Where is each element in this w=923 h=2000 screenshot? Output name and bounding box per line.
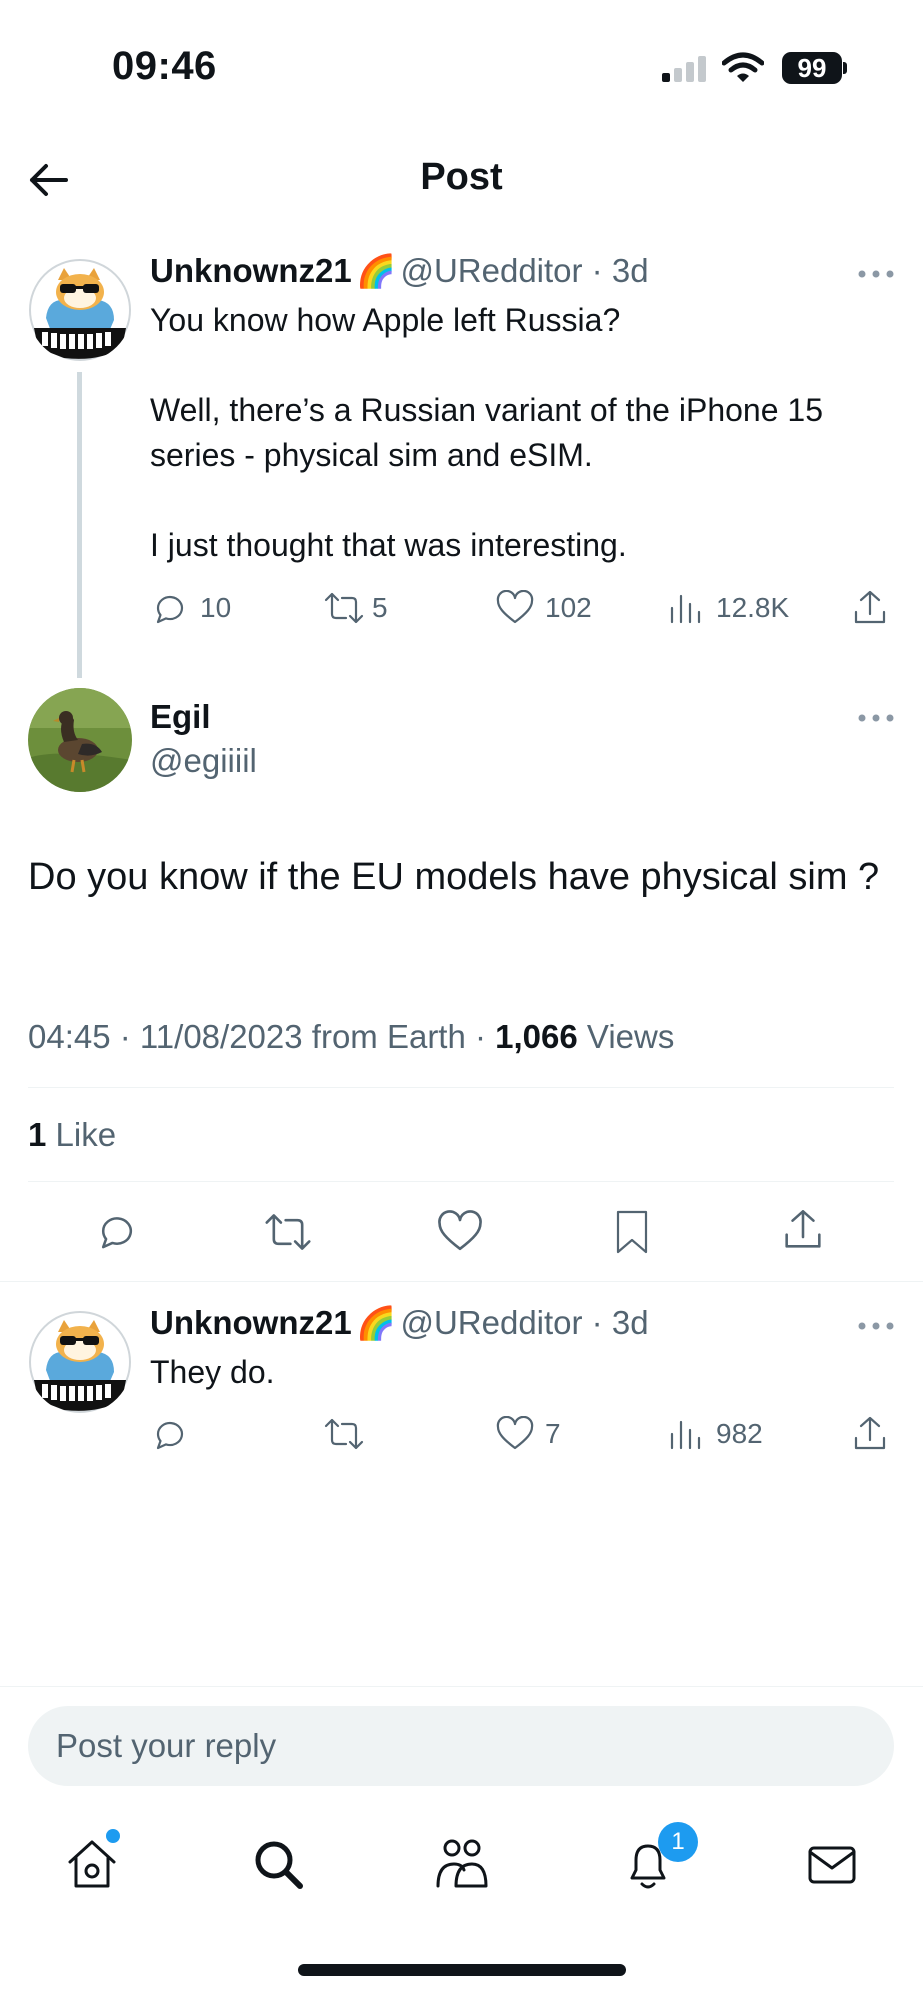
tweet-line: You know how Apple left Russia? <box>150 302 621 338</box>
avatar[interactable] <box>28 688 132 792</box>
divider <box>0 1686 923 1687</box>
tweet-text: Do you know if the EU models have physic… <box>28 856 880 898</box>
author-handle-time[interactable]: @URedditor · 3d <box>400 252 648 289</box>
share-action[interactable] <box>852 588 888 628</box>
more-dots-icon <box>858 1322 894 1330</box>
reply-icon <box>156 596 184 624</box>
repost-icon <box>324 592 364 624</box>
envelope-icon <box>808 1846 856 1884</box>
share-icon <box>854 590 886 624</box>
more-dots-icon <box>858 714 894 722</box>
views-action[interactable] <box>668 1416 704 1452</box>
heart-icon <box>438 1210 482 1251</box>
reply-icon <box>156 1422 184 1450</box>
like-action[interactable] <box>495 590 535 626</box>
likes-summary[interactable]: 1 Like <box>28 1116 116 1154</box>
repost-button[interactable] <box>262 1210 314 1254</box>
divider <box>28 1087 894 1088</box>
tweet-header: Unknownz21 🌈 @URedditor · 3d <box>150 1304 649 1342</box>
tweet-line: Well, there’s a Russian variant of the i… <box>150 392 823 473</box>
views-count: 1,066 <box>495 1018 578 1055</box>
divider <box>0 1281 923 1282</box>
rainbow-emoji: 🌈 <box>356 1305 396 1341</box>
thread-connector <box>77 372 82 678</box>
tweet-timestamp: 04:45 · 11/08/2023 from Earth · <box>28 1018 496 1055</box>
author-name[interactable]: Egil <box>150 698 211 736</box>
share-action[interactable] <box>852 1414 888 1454</box>
more-options-button[interactable] <box>856 712 896 724</box>
more-options-button[interactable] <box>856 268 896 280</box>
battery-indicator: 99 <box>782 52 842 84</box>
tweet-header: Unknownz21 🌈 @URedditor · 3d <box>150 252 649 290</box>
avatar[interactable] <box>28 258 132 362</box>
status-time: 09:46 <box>112 44 217 88</box>
author-name[interactable]: Unknownz21 <box>150 1304 352 1341</box>
like-count: 102 <box>545 592 592 623</box>
share-icon <box>785 1210 821 1248</box>
views-bar-chart-icon <box>670 1420 701 1450</box>
home-indicator <box>298 1964 626 1976</box>
views-bar-chart-icon <box>670 594 701 624</box>
rainbow-emoji: 🌈 <box>356 253 396 289</box>
reply-count: 10 <box>200 592 232 623</box>
home-icon <box>68 1840 116 1888</box>
more-dots-icon <box>858 270 894 278</box>
repost-icon <box>324 1418 364 1450</box>
arrow-left-icon <box>30 164 68 196</box>
tweet-text: They do. <box>150 1354 275 1390</box>
divider <box>28 1181 894 1182</box>
reply-action[interactable] <box>150 1414 190 1454</box>
avatar[interactable] <box>28 1310 132 1414</box>
battery-tip <box>843 62 847 74</box>
tab-home[interactable] <box>64 1836 120 1892</box>
author-name[interactable]: Unknownz21 <box>150 252 352 289</box>
author-handle[interactable]: @egiiiil <box>150 742 257 780</box>
views-count: 12.8K <box>716 592 790 623</box>
repost-count: 5 <box>372 592 388 623</box>
likes-label: Like <box>46 1116 117 1153</box>
heart-icon <box>496 590 534 624</box>
share-icon <box>854 1416 886 1450</box>
repost-action[interactable] <box>322 590 366 626</box>
reply-button[interactable] <box>94 1208 140 1254</box>
search-icon <box>255 1841 303 1889</box>
likes-count: 1 <box>28 1116 47 1153</box>
tab-communities[interactable] <box>432 1836 492 1892</box>
reply-icon <box>101 1217 133 1249</box>
page-title: Post <box>420 156 503 198</box>
share-button[interactable] <box>782 1206 824 1254</box>
repost-action[interactable] <box>322 1416 366 1452</box>
repost-icon <box>265 1214 311 1250</box>
wifi-icon <box>722 52 764 84</box>
tweet-line: I just thought that was interesting. <box>150 527 627 563</box>
notification-badge: 1 <box>658 1822 698 1862</box>
reply-input[interactable]: Post your reply <box>28 1706 894 1786</box>
like-count: 7 <box>545 1418 561 1449</box>
views-count: 982 <box>716 1418 763 1449</box>
tweet-metadata: 04:45 · 11/08/2023 from Earth · 1,066 Vi… <box>28 1018 674 1056</box>
reply-action[interactable] <box>150 588 190 628</box>
views-label: Views <box>577 1018 675 1055</box>
tab-search[interactable] <box>250 1836 306 1892</box>
communities-icon <box>436 1839 488 1888</box>
bookmark-icon <box>616 1210 648 1254</box>
duck-avatar-image <box>28 688 132 792</box>
bookmark-button[interactable] <box>612 1208 652 1256</box>
cellular-signal-icon <box>662 56 708 82</box>
tab-messages[interactable] <box>804 1836 860 1892</box>
like-button[interactable] <box>436 1210 484 1254</box>
heart-icon <box>496 1416 534 1450</box>
back-button[interactable] <box>24 156 72 204</box>
cat-piano-avatar-image <box>28 258 132 362</box>
author-handle-time[interactable]: @URedditor · 3d <box>400 1304 648 1341</box>
views-action[interactable] <box>668 590 704 626</box>
tweet-text: You know how Apple left Russia? Well, th… <box>150 298 890 568</box>
more-options-button[interactable] <box>856 1320 896 1332</box>
home-unread-dot <box>106 1829 120 1843</box>
like-action[interactable] <box>495 1416 535 1452</box>
cat-piano-avatar-image <box>28 1310 132 1414</box>
